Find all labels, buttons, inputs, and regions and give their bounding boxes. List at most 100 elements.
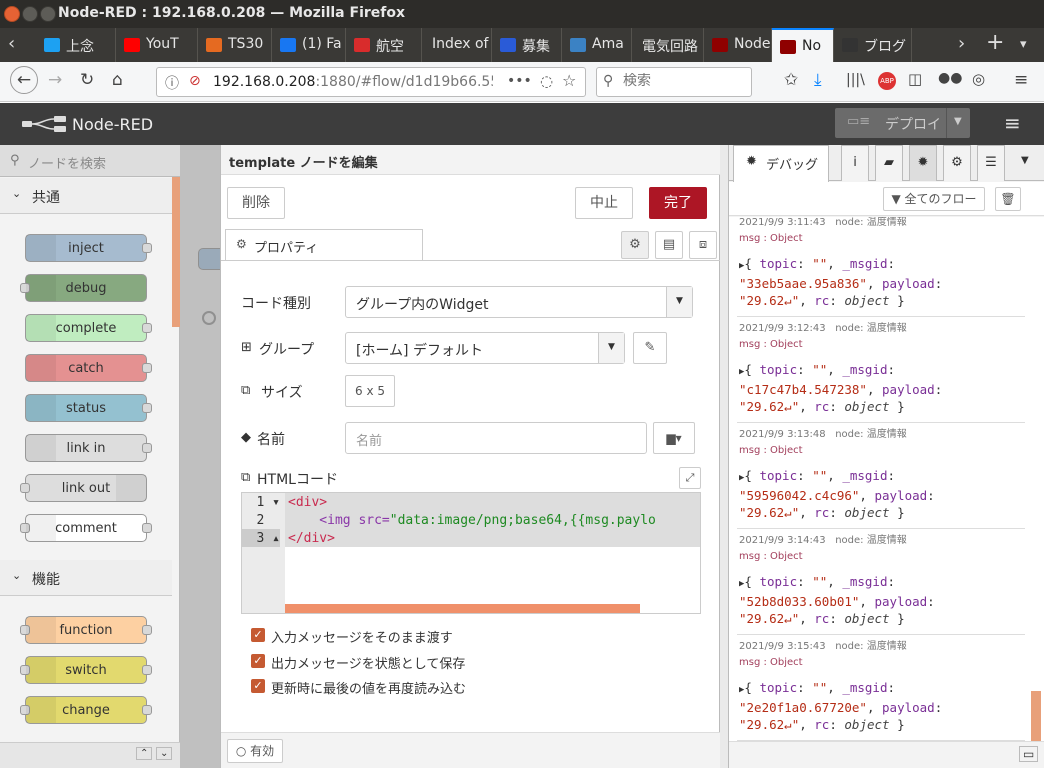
checkbox-reload-last[interactable]: ✓	[251, 679, 265, 693]
debug-message[interactable]: 2021/9/9 3:14:43 node: 温度情報 msg : Object ▶…	[737, 529, 1025, 635]
monitor-icon[interactable]: ▭	[1019, 746, 1039, 762]
maximize-window-button[interactable]	[40, 6, 56, 22]
tab-context[interactable]: ☰	[977, 145, 1005, 181]
main-menu-icon[interactable]: ≡	[1004, 111, 1021, 135]
name-book-button[interactable]: ▆▾	[653, 422, 695, 454]
home-icon[interactable]: ⌂	[112, 70, 123, 90]
star-menu-icon[interactable]: ✩	[784, 70, 798, 90]
appearance-tab-icon[interactable]: ⧈	[689, 231, 717, 259]
sidebar-toggle-icon[interactable]: ◫	[908, 70, 922, 88]
tabs-scroll-left-icon[interactable]: ‹	[8, 33, 15, 54]
info-icon[interactable]: ⓘ	[165, 73, 179, 93]
browser-tab[interactable]: Ama	[562, 28, 632, 62]
browser-tab[interactable]: 募集	[492, 28, 562, 62]
sidebar-resize-handle[interactable]	[720, 145, 728, 768]
reload-icon[interactable]: ↻	[80, 70, 94, 90]
clear-log-button[interactable]: 🗑	[995, 187, 1021, 211]
insecure-lock-icon[interactable]: ⊘	[189, 73, 201, 89]
palette-node[interactable]: complete	[25, 314, 152, 342]
pocket-icon[interactable]: ◌	[540, 72, 553, 90]
flow-workspace[interactable]	[180, 145, 228, 768]
edit-group-button[interactable]: ✎	[633, 332, 667, 364]
list-tabs-icon[interactable]: ▾	[1020, 37, 1027, 52]
debug-message[interactable]: 2021/9/9 3:12:43 node: 温度情報 msg : Object ▶…	[737, 317, 1025, 423]
browser-tab[interactable]: (1) Fa	[272, 28, 346, 62]
browser-tab[interactable]: ブログ	[834, 28, 912, 62]
url-bar[interactable]: ⓘ ⊘ 192.168.0.208:1880/#flow/d1d19b66.55…	[156, 67, 586, 97]
forward-button[interactable]: →	[48, 70, 62, 90]
debug-scrollbar[interactable]	[1031, 691, 1041, 741]
debug-object[interactable]: ▶{ topic: "", _msgid: "59596042.c4c96", …	[739, 467, 935, 521]
bookmark-star-icon[interactable]: ☆	[562, 71, 576, 90]
palette-node[interactable]: debug	[20, 274, 147, 302]
tab-info[interactable]: i	[841, 145, 869, 181]
expand-editor-icon[interactable]: ⤢	[679, 467, 701, 489]
html-code-editor[interactable]: 1 ▾ 2 3 ▴ <div> <img src="data:image/png…	[241, 492, 701, 614]
menu-icon[interactable]: ≡	[1014, 70, 1028, 90]
palette-scrollbar[interactable]	[172, 177, 180, 327]
palette-node[interactable]: change	[20, 696, 152, 724]
palette-node[interactable]: switch	[20, 656, 152, 684]
done-button[interactable]: 完了	[649, 187, 707, 219]
tab-help[interactable]: ▰	[875, 145, 903, 181]
browser-tab[interactable]: Index of	[422, 28, 492, 62]
size-button[interactable]: 6 x 5	[345, 375, 395, 407]
palette-category[interactable]: ⌄ 共通	[0, 178, 172, 214]
downloads-icon[interactable]: ⤓	[814, 70, 822, 90]
name-input[interactable]: 名前	[345, 422, 647, 454]
delete-button[interactable]: 削除	[227, 187, 285, 219]
back-button[interactable]: ←	[10, 66, 38, 94]
code-type-select[interactable]: グループ内のWidget ▼	[345, 286, 693, 318]
debug-message-list[interactable]: 2021/9/9 3:11:43 node: 温度情報 msg : Object ▶…	[729, 217, 1044, 741]
caret-down-icon[interactable]: ▼	[1021, 155, 1029, 166]
url-text[interactable]: 192.168.0.208:1880/#flow/d1d19b66.558	[213, 74, 493, 90]
new-tab-button[interactable]: +	[986, 30, 1004, 55]
adblock-icon[interactable]: ABP	[878, 72, 896, 90]
checkbox-store-state[interactable]: ✓	[251, 654, 265, 668]
browser-tab[interactable]: Node	[704, 28, 772, 62]
palette-node[interactable]: link out	[20, 474, 147, 502]
palette-node[interactable]: status	[25, 394, 152, 422]
collapse-all-icon[interactable]: ⌃	[136, 747, 153, 760]
editor-horizontal-scrollbar[interactable]	[285, 604, 640, 613]
palette-category[interactable]: ⌄ 機能	[0, 560, 172, 596]
browser-tab[interactable]: 電気回路	[632, 28, 704, 62]
tab-config[interactable]: ⚙	[943, 145, 971, 181]
group-select[interactable]: [ホーム] デフォルト ▼	[345, 332, 625, 364]
palette-node[interactable]: link in	[25, 434, 152, 462]
debug-message[interactable]: 2021/9/9 3:13:48 node: 温度情報 msg : Object ▶…	[737, 423, 1025, 529]
settings-tab-icon[interactable]: ⚙	[621, 231, 649, 259]
close-window-button[interactable]	[4, 6, 20, 22]
tabs-scroll-right-icon[interactable]: ›	[958, 33, 965, 54]
debug-message[interactable]: 2021/9/9 3:15:43 node: 温度情報 msg : Object ▶…	[737, 635, 1025, 741]
deploy-dropdown[interactable]: ▼	[946, 108, 970, 138]
cancel-button[interactable]: 中止	[575, 187, 633, 219]
page-actions-icon[interactable]: •••	[507, 73, 532, 89]
palette-node[interactable]: comment	[20, 514, 152, 542]
account-icon[interactable]: ◎	[972, 70, 985, 88]
checkbox-pass-through[interactable]: ✓	[251, 628, 265, 642]
debug-object[interactable]: ▶{ topic: "", _msgid: "c17c47b4.547238",…	[739, 361, 942, 415]
browser-tab[interactable]: YouT	[116, 28, 198, 62]
palette-node[interactable]: inject	[25, 234, 152, 262]
expand-all-icon[interactable]: ⌄	[156, 747, 173, 760]
search-box[interactable]: ⚲	[596, 67, 752, 97]
minimize-window-button[interactable]	[22, 6, 38, 22]
debug-message[interactable]: 2021/9/9 3:11:43 node: 温度情報 msg : Object ▶…	[737, 217, 1025, 317]
tab-debug[interactable]: ✹ デバッグ	[733, 145, 829, 182]
search-input[interactable]	[623, 73, 743, 89]
debug-object[interactable]: ▶{ topic: "", _msgid: "52b8d033.60b01", …	[739, 573, 935, 627]
library-icon[interactable]: |||\	[846, 72, 865, 88]
palette-node[interactable]: catch	[25, 354, 152, 382]
browser-tab[interactable]: 上念	[36, 28, 116, 62]
extension-icon[interactable]: ●●	[938, 70, 962, 86]
browser-tab[interactable]: TS30	[198, 28, 272, 62]
tab-properties[interactable]: ⚙ プロパティ	[225, 229, 423, 261]
tab-debug-icon[interactable]: ✹	[909, 145, 937, 181]
enabled-toggle[interactable]: ○ 有効	[227, 739, 283, 763]
palette-node[interactable]: function	[20, 616, 152, 644]
browser-tab[interactable]: 航空	[346, 28, 422, 62]
debug-object[interactable]: ▶{ topic: "", _msgid: "2e20f1a0.67720e",…	[739, 679, 942, 733]
deploy-button[interactable]: ▭≡ デプロイ ▼	[835, 108, 970, 138]
palette-search-input[interactable]: ノードを検索	[28, 153, 106, 172]
